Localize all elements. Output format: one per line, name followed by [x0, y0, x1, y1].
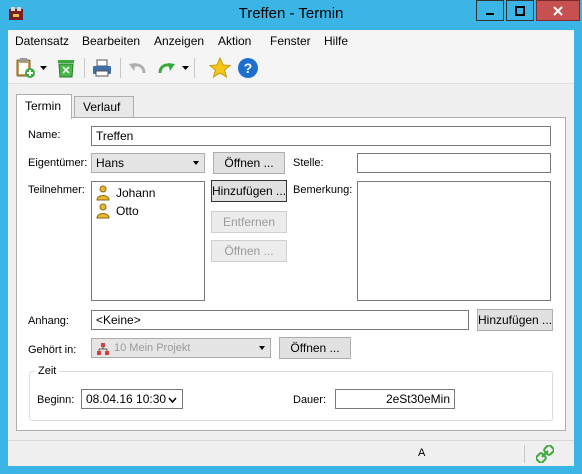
- maximize-button[interactable]: [506, 0, 534, 21]
- owner-value: Hans: [96, 156, 125, 170]
- duration-label: Dauer:: [293, 394, 327, 406]
- attachment-label: Anhang:: [28, 315, 69, 327]
- close-icon: [553, 5, 563, 16]
- recycle-bin-icon: [58, 60, 74, 78]
- minimize-button[interactable]: [476, 0, 504, 21]
- tab-verlauf[interactable]: Verlauf: [74, 96, 134, 118]
- chevron-down-icon: [168, 397, 177, 403]
- project-select[interactable]: 10 Mein Projekt: [91, 338, 271, 358]
- favorite-button[interactable]: [208, 56, 232, 80]
- owner-open-button[interactable]: Öffnen ...: [213, 152, 285, 174]
- participants-label: Teilnehmer:: [28, 184, 85, 196]
- name-input[interactable]: Treffen: [91, 126, 551, 146]
- position-label: Stelle:: [293, 157, 324, 169]
- menu-fenster[interactable]: Fenster: [270, 34, 311, 48]
- new-record-button[interactable]: [13, 56, 37, 80]
- chevron-down-icon: [193, 161, 199, 165]
- toolbar-separator: [194, 58, 195, 78]
- begin-label: Beginn:: [37, 394, 75, 406]
- menu-hilfe[interactable]: Hilfe: [324, 34, 348, 48]
- maximize-icon: [515, 5, 525, 16]
- clipboard-add-icon: [16, 58, 35, 78]
- help-button[interactable]: ?: [236, 56, 260, 80]
- add-participant-button[interactable]: Hinzufügen ...: [211, 180, 287, 202]
- user-icon: [96, 185, 110, 201]
- termin-panel: Name: Treffen Eigentümer: Hans Öffnen ..…: [16, 117, 566, 431]
- begin-value: 08.04.16 10:30: [86, 392, 167, 406]
- project-value: 10 Mein Projekt: [114, 342, 191, 354]
- menu-bar: Datensatz Bearbeiten Anzeigen Aktion Fen…: [8, 30, 574, 52]
- client-area: Datensatz Bearbeiten Anzeigen Aktion Fen…: [8, 30, 574, 466]
- toolbar-separator: [84, 58, 85, 78]
- undo-icon: [129, 63, 146, 74]
- duration-input[interactable]: 2eSt30eMin: [335, 389, 455, 409]
- minimize-icon: [486, 12, 494, 15]
- owner-label: Eigentümer:: [28, 157, 88, 169]
- status-bar: A: [8, 440, 574, 466]
- tab-termin[interactable]: Termin: [16, 94, 72, 119]
- project-tree-icon: [97, 343, 109, 355]
- toolbar: ?: [8, 52, 574, 84]
- list-item[interactable]: Johann: [96, 184, 155, 202]
- status-separator: [524, 445, 525, 463]
- printer-icon: [93, 59, 111, 77]
- svg-text:?: ?: [244, 60, 253, 76]
- menu-bearbeiten[interactable]: Bearbeiten: [82, 34, 140, 48]
- link-icon[interactable]: [536, 445, 554, 463]
- menu-anzeigen[interactable]: Anzeigen: [154, 34, 204, 48]
- add-attachment-button[interactable]: Hinzufügen ...: [477, 309, 553, 331]
- time-group-title: Zeit: [35, 365, 60, 377]
- owner-select[interactable]: Hans: [91, 153, 205, 173]
- print-button[interactable]: [90, 56, 114, 80]
- begin-datetime-picker[interactable]: 08.04.16 10:30: [81, 389, 183, 409]
- belongs-label: Gehört in:: [28, 344, 77, 356]
- new-record-dropdown-icon[interactable]: [40, 66, 47, 71]
- menu-aktion[interactable]: Aktion: [218, 34, 251, 48]
- status-text: A: [418, 447, 426, 459]
- redo-dropdown-icon[interactable]: [182, 66, 189, 71]
- title-bar[interactable]: Treffen - Termin: [0, 0, 582, 30]
- toolbar-separator: [120, 58, 121, 78]
- menu-datensatz[interactable]: Datensatz: [15, 34, 69, 48]
- help-icon: ?: [238, 58, 258, 78]
- remark-textarea[interactable]: [357, 181, 551, 301]
- participants-list[interactable]: Johann Otto: [91, 181, 205, 301]
- close-button[interactable]: [536, 0, 580, 21]
- redo-button[interactable]: [154, 56, 178, 80]
- undo-button[interactable]: [126, 56, 150, 80]
- participant-name: Otto: [116, 204, 139, 218]
- delete-button[interactable]: [54, 56, 78, 80]
- remark-label: Bemerkung:: [293, 184, 353, 196]
- user-icon: [96, 203, 110, 219]
- list-item[interactable]: Otto: [96, 202, 139, 220]
- star-icon: [209, 57, 231, 79]
- participant-name: Johann: [116, 186, 156, 200]
- position-input[interactable]: [357, 153, 551, 173]
- open-participant-button[interactable]: Öffnen ...: [211, 240, 287, 262]
- chevron-down-icon: [259, 346, 265, 350]
- remove-participant-button[interactable]: Entfernen: [211, 211, 287, 233]
- name-label: Name:: [28, 129, 61, 141]
- redo-icon: [158, 63, 175, 74]
- project-open-button[interactable]: Öffnen ...: [279, 337, 351, 359]
- attachment-input[interactable]: <Keine>: [91, 310, 469, 330]
- app-window: Treffen - Termin Datensatz Bearbeiten An…: [0, 0, 582, 474]
